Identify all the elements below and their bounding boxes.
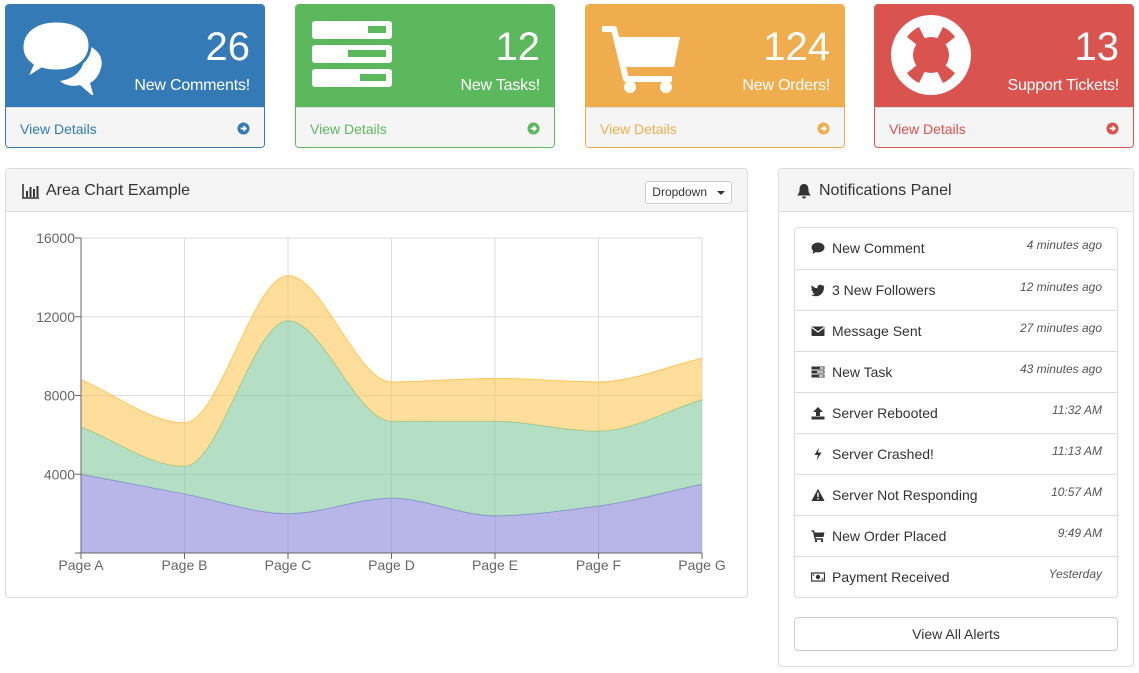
view-details-link-comments[interactable]: View Details xyxy=(6,107,264,147)
x-tick-label: Page B xyxy=(162,557,208,573)
notification-time: 9:49 AM xyxy=(1057,526,1102,540)
notification-time: 27 minutes ago xyxy=(1019,321,1102,335)
view-details-label: View Details xyxy=(20,121,97,137)
stat-panel-tickets: 13 Support Tickets! View Details xyxy=(874,4,1134,148)
notification-text: Server Not Responding xyxy=(832,487,978,503)
arrow-circle-right-icon xyxy=(237,122,250,135)
notification-time: 11:32 AM xyxy=(1051,403,1102,417)
y-tick-label: 12000 xyxy=(36,309,75,325)
stat-panel-heading: 12 New Tasks! xyxy=(296,5,554,107)
x-tick-label: Page D xyxy=(368,557,415,573)
stat-panel-heading: 26 New Comments! xyxy=(6,5,264,107)
notification-item[interactable]: New Order Placed 9:49 AM xyxy=(795,515,1117,556)
chart-panel-heading: Area Chart Example Dropdown xyxy=(6,169,747,212)
stat-panel-heading: 13 Support Tickets! xyxy=(875,5,1133,107)
caret-down-icon xyxy=(717,191,725,195)
notification-item[interactable]: Server Crashed! 11:13 AM xyxy=(795,433,1117,474)
notification-text: 3 New Followers xyxy=(832,282,936,298)
tasks-icon xyxy=(811,366,825,378)
upload-icon xyxy=(811,407,825,420)
comments-icon xyxy=(20,19,102,95)
dropdown-label: Dropdown xyxy=(652,185,707,199)
twitter-icon xyxy=(811,284,825,297)
stat-panel-comments: 26 New Comments! View Details xyxy=(5,4,265,148)
notification-item[interactable]: Payment Received Yesterday xyxy=(795,556,1117,597)
money-icon xyxy=(811,572,825,582)
notification-item[interactable]: Server Not Responding 10:57 AM xyxy=(795,474,1117,515)
notification-text: New Order Placed xyxy=(832,528,947,544)
stat-number: 13 xyxy=(1074,25,1120,69)
stat-panel-heading: 124 New Orders! xyxy=(586,5,844,107)
notifications-panel: Notifications Panel New Comment 4 minute… xyxy=(778,168,1134,667)
notification-text: Message Sent xyxy=(832,323,922,339)
view-details-label: View Details xyxy=(310,121,387,137)
chart-panel-title: Area Chart Example xyxy=(46,182,191,199)
notifications-list: New Comment 4 minutes ago 3 New Follower… xyxy=(794,227,1118,598)
x-tick-label: Page G xyxy=(678,557,725,573)
y-tick-label: 16000 xyxy=(36,230,75,246)
notification-item[interactable]: Server Rebooted 11:32 AM xyxy=(795,392,1117,433)
notifications-panel-heading: Notifications Panel xyxy=(779,169,1133,212)
tasks-icon xyxy=(312,21,392,87)
view-details-link-tasks[interactable]: View Details xyxy=(296,107,554,147)
notification-item[interactable]: New Comment 4 minutes ago xyxy=(795,228,1117,269)
warning-icon xyxy=(811,488,825,501)
comment-icon xyxy=(811,242,825,254)
notification-time: 43 minutes ago xyxy=(1019,362,1102,376)
stat-number: 124 xyxy=(763,25,830,69)
shopping-cart-icon xyxy=(602,26,680,93)
y-tick-label: 4000 xyxy=(44,466,75,482)
area-chart: 4000 8000 12000 16000 Page A Page B Page C Page… xyxy=(36,230,726,573)
view-details-link-orders[interactable]: View Details xyxy=(586,107,844,147)
view-details-label: View Details xyxy=(600,121,677,137)
stat-label: New Tasks! xyxy=(460,77,540,94)
notification-item[interactable]: Message Sent 27 minutes ago xyxy=(795,310,1117,351)
notification-time: Yesterday xyxy=(1048,567,1102,581)
notification-time: 11:13 AM xyxy=(1051,444,1102,458)
notification-text: New Task xyxy=(832,364,893,380)
notification-text: Server Crashed! xyxy=(832,446,934,462)
x-tick-label: Page C xyxy=(265,557,312,573)
y-tick-label: 8000 xyxy=(44,388,75,404)
notification-time: 4 minutes ago xyxy=(1026,238,1102,252)
bolt-icon xyxy=(814,447,822,461)
stat-number: 12 xyxy=(495,25,541,69)
arrow-circle-right-icon xyxy=(1106,122,1119,135)
x-tick-label: Page E xyxy=(472,557,518,573)
notification-time: 10:57 AM xyxy=(1051,485,1102,499)
notification-text: Server Rebooted xyxy=(832,405,938,421)
shopping-cart-icon xyxy=(811,530,825,543)
notifications-panel-title: Notifications Panel xyxy=(819,182,952,199)
bell-icon xyxy=(797,184,811,199)
notification-text: New Comment xyxy=(832,240,925,256)
stat-number: 26 xyxy=(205,25,251,69)
envelope-icon xyxy=(811,326,825,336)
notification-item[interactable]: 3 New Followers 12 minutes ago xyxy=(795,269,1117,310)
view-details-label: View Details xyxy=(889,121,966,137)
area-chart-panel: Area Chart Example Dropdown 4000 8000 1200… xyxy=(5,168,748,598)
stat-label: New Comments! xyxy=(134,77,250,94)
life-ring-icon xyxy=(891,15,971,95)
arrow-circle-right-icon xyxy=(527,122,540,135)
dropdown-button[interactable]: Dropdown xyxy=(645,181,732,204)
notification-text: Payment Received xyxy=(832,569,950,585)
notification-item[interactable]: New Task 43 minutes ago xyxy=(795,351,1117,392)
stat-panel-orders: 124 New Orders! View Details xyxy=(585,4,845,148)
notification-time: 12 minutes ago xyxy=(1019,280,1102,294)
stat-label: New Orders! xyxy=(742,77,830,94)
arrow-circle-right-icon xyxy=(817,122,830,135)
bar-chart-icon xyxy=(22,184,39,199)
x-tick-label: Page F xyxy=(576,557,621,573)
view-all-alerts-button[interactable]: View All Alerts xyxy=(794,617,1118,651)
x-tick-label: Page A xyxy=(58,557,104,573)
stat-label: Support Tickets! xyxy=(1007,77,1119,94)
view-details-link-tickets[interactable]: View Details xyxy=(875,107,1133,147)
stat-panel-tasks: 12 New Tasks! View Details xyxy=(295,4,555,148)
